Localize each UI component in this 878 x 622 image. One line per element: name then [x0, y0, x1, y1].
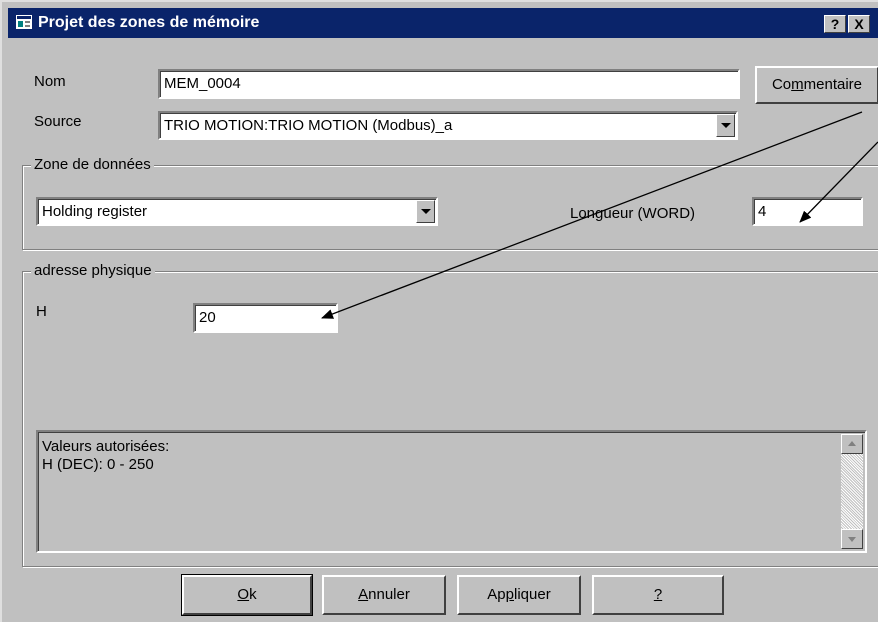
- window-title: Projet des zones de mémoire: [38, 14, 260, 31]
- nom-input[interactable]: MEM_0004: [158, 69, 740, 99]
- help-title-button[interactable]: ?: [824, 15, 846, 33]
- address-title: adresse physique: [31, 261, 155, 281]
- ok-button[interactable]: Ok: [181, 574, 313, 616]
- window-icon: [16, 15, 32, 29]
- title-bar[interactable]: Projet des zones de mémoire ? X: [8, 8, 878, 38]
- info-line-2: H (DEC): 0 - 250: [42, 456, 154, 473]
- source-select[interactable]: TRIO MOTION:TRIO MOTION (Modbus)_a: [158, 111, 738, 140]
- scroll-down-icon[interactable]: [841, 529, 863, 549]
- nom-label: Nom: [34, 73, 66, 90]
- length-label: Longueur (WORD): [570, 205, 696, 222]
- nom-value: MEM_0004: [164, 75, 241, 92]
- apply-button[interactable]: Appliquer: [457, 575, 581, 615]
- chevron-down-icon[interactable]: [416, 200, 435, 223]
- h-input[interactable]: 20: [193, 303, 338, 333]
- info-line-1: Valeurs autorisées:: [42, 438, 170, 455]
- source-value: TRIO MOTION:TRIO MOTION (Modbus)_a: [164, 117, 453, 134]
- length-input[interactable]: 4: [752, 197, 863, 226]
- h-label: H: [36, 303, 47, 320]
- zone-type-value: Holding register: [42, 203, 148, 220]
- source-label: Source: [34, 113, 82, 130]
- allowed-values-memo[interactable]: Valeurs autorisées: H (DEC): 0 - 250: [36, 430, 867, 553]
- help-button[interactable]: ?: [592, 575, 724, 615]
- close-button[interactable]: X: [848, 15, 870, 33]
- memo-scrollbar[interactable]: [841, 434, 863, 549]
- cancel-button[interactable]: Annuler: [322, 575, 446, 615]
- length-value: 4: [758, 203, 767, 220]
- h-value: 20: [199, 309, 216, 326]
- commentaire-button[interactable]: Commentaire: [755, 66, 878, 104]
- zone-title: Zone de données: [31, 155, 154, 175]
- memory-zone-dialog: Projet des zones de mémoire ? X Nom MEM_…: [0, 0, 878, 622]
- zone-type-select[interactable]: Holding register: [36, 197, 438, 226]
- chevron-down-icon[interactable]: [716, 114, 735, 137]
- scroll-up-icon[interactable]: [841, 434, 863, 454]
